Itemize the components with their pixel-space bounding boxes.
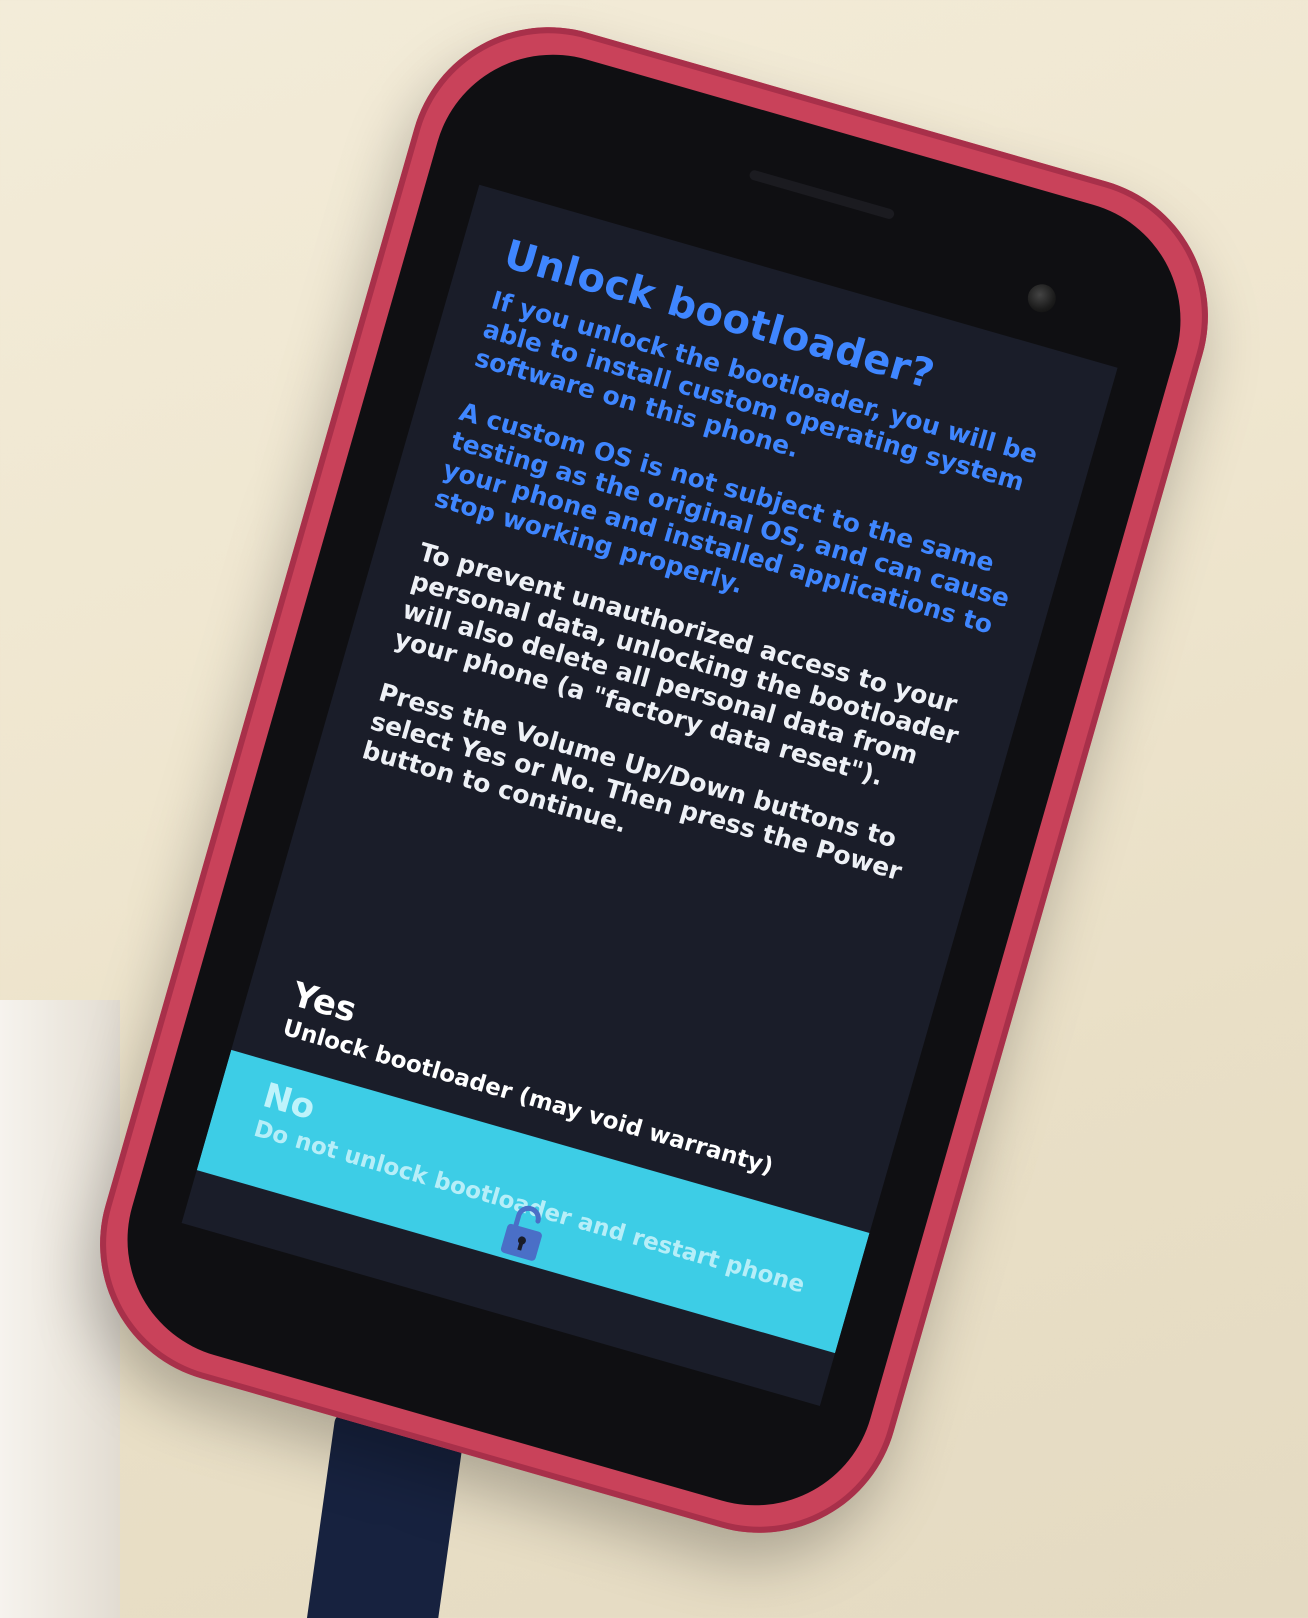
earpiece-speaker bbox=[748, 169, 896, 221]
wall-edge bbox=[0, 1000, 120, 1618]
bootloader-message: Unlock bootloader? If you unlock the boo… bbox=[352, 232, 1079, 952]
front-camera bbox=[1024, 280, 1060, 316]
